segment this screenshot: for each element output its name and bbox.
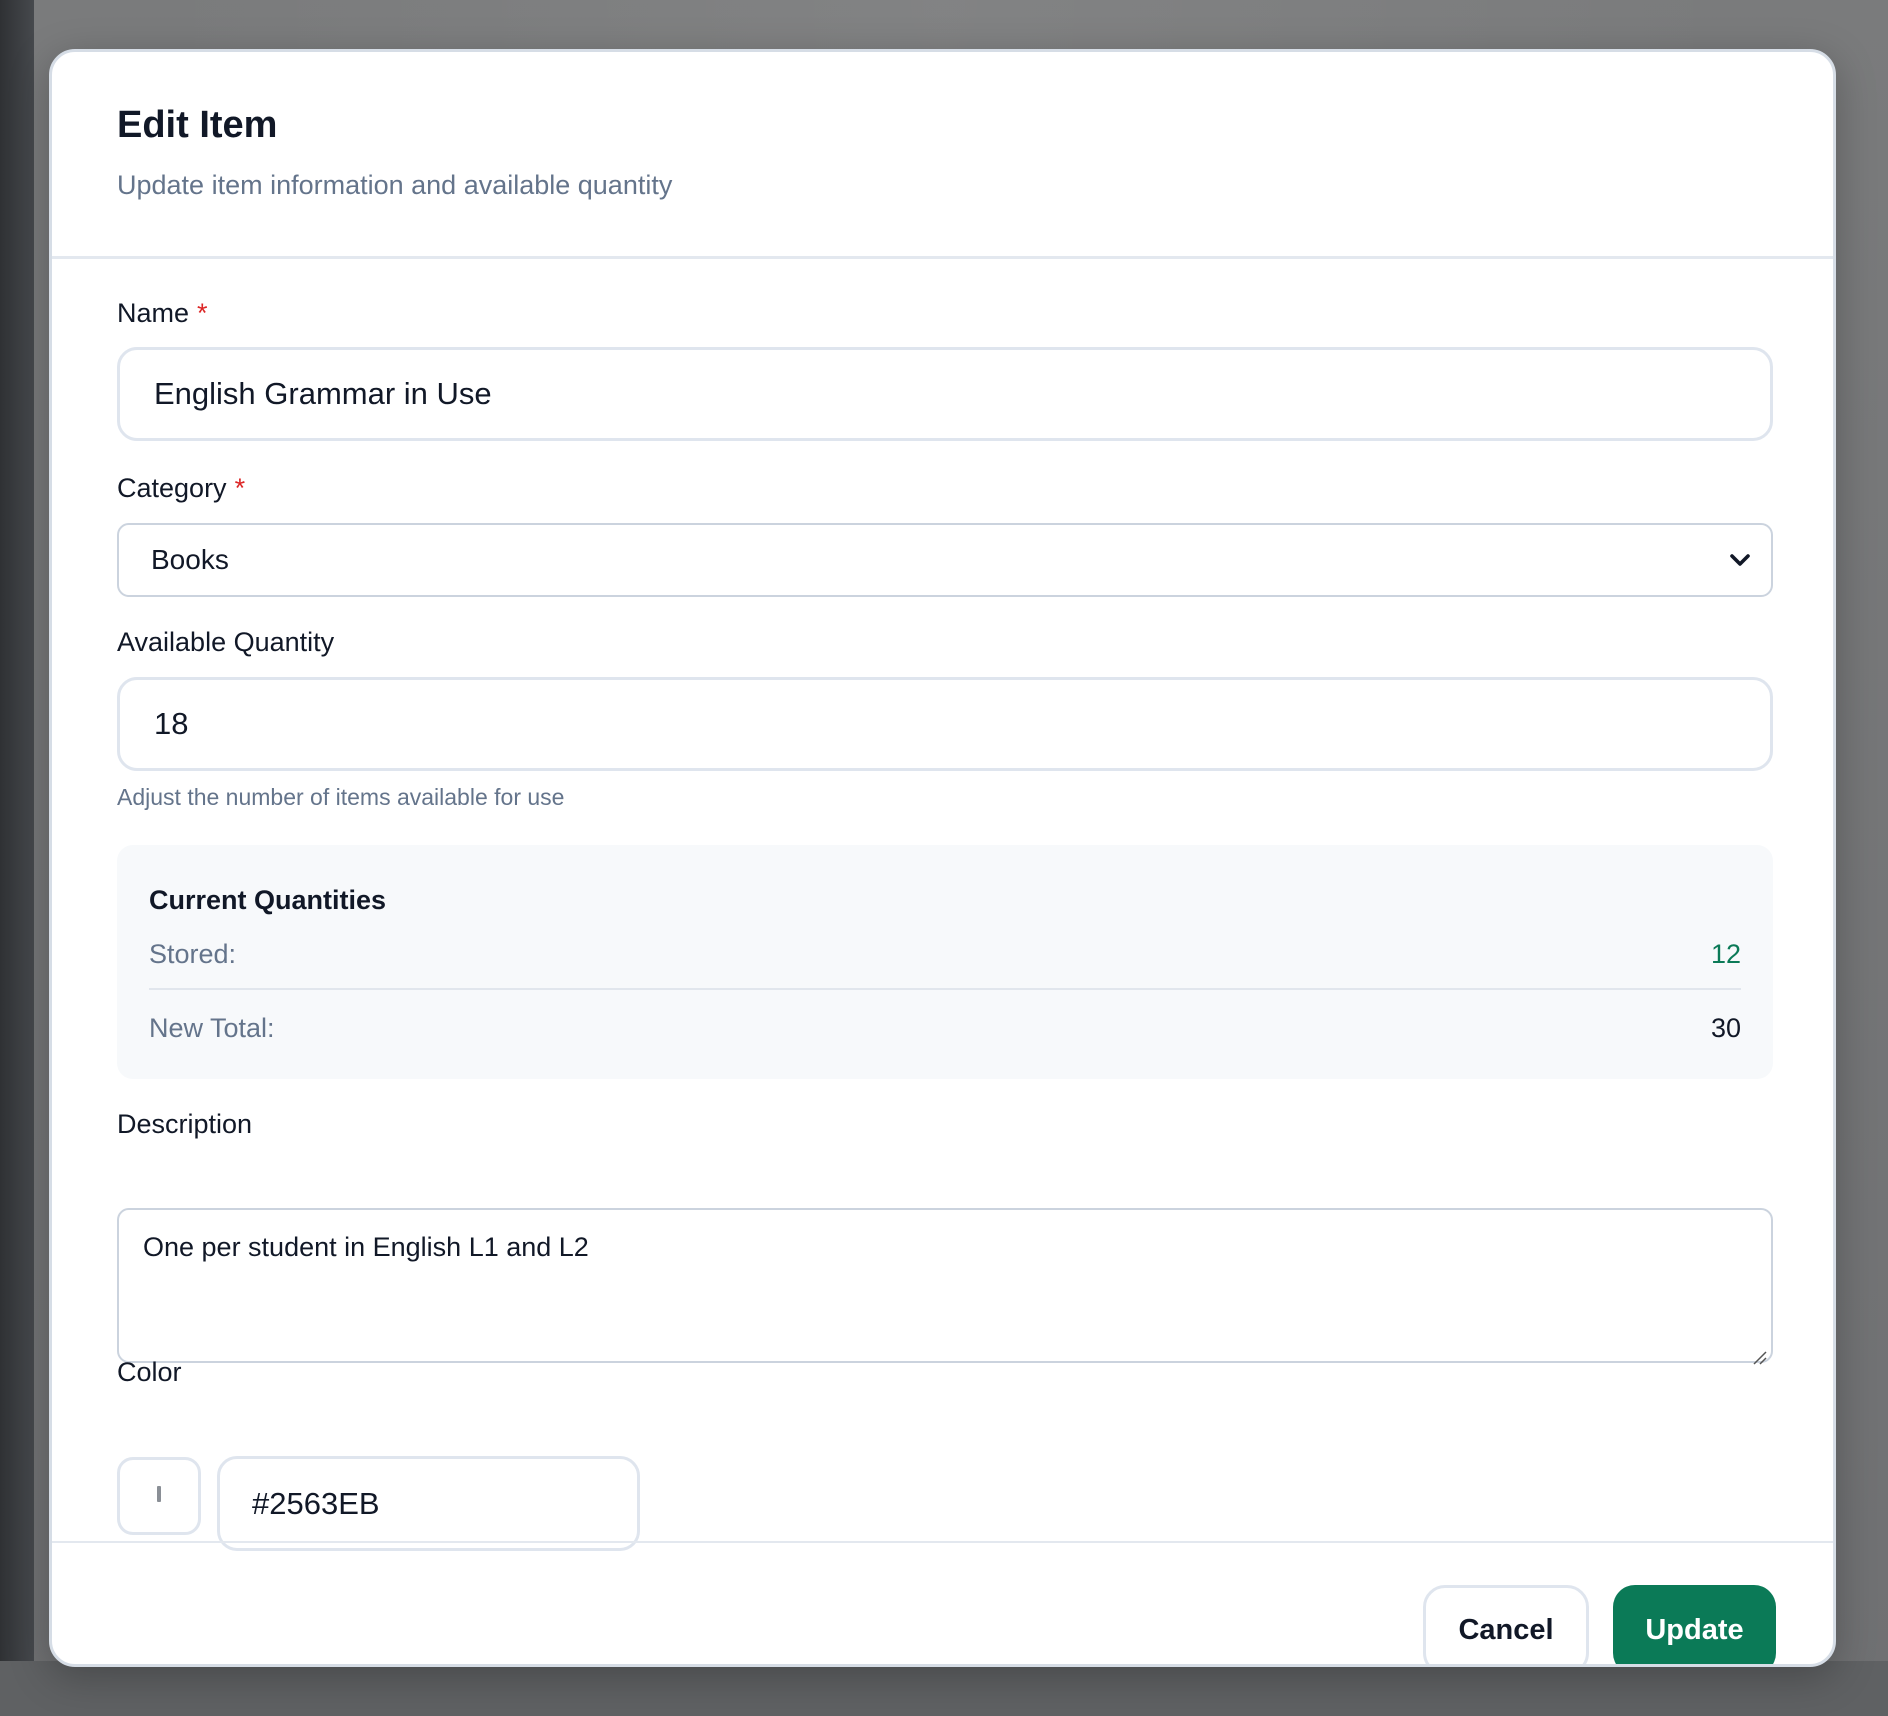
dialog-subtitle: Update item information and available qu… <box>117 170 673 200</box>
category-label-text: Category <box>117 473 227 503</box>
stored-label: Stored: <box>149 938 237 969</box>
description-value: One per student in English L1 and L2 <box>143 1232 589 1262</box>
color-hex-value: #2563EB <box>252 1485 380 1521</box>
description-label: Description <box>117 1109 253 1139</box>
required-marker: * <box>197 298 208 328</box>
name-input[interactable]: English Grammar in Use <box>117 347 1773 441</box>
backdrop-left-edge <box>0 0 34 1716</box>
color-hex-input[interactable]: #2563EB <box>217 1456 640 1551</box>
new-total-label: New Total: <box>149 1012 275 1043</box>
category-label: Category * <box>117 473 245 504</box>
available-quantity-input[interactable]: 18 <box>117 677 1773 771</box>
resize-grip-icon-svg <box>1753 1351 1767 1365</box>
name-label: Name * <box>117 298 208 329</box>
backdrop-bottom-edge <box>0 1661 1888 1716</box>
footer-divider <box>52 1541 1833 1543</box>
new-total-row: New Total: 30 <box>149 1008 1741 1048</box>
quantities-divider <box>149 988 1741 990</box>
cancel-button[interactable]: Cancel <box>1423 1585 1589 1664</box>
new-total-value: 30 <box>1710 1012 1741 1043</box>
color-swatch-indicator <box>157 1486 161 1502</box>
resize-grip-icon[interactable] <box>1751 1341 1767 1365</box>
required-marker: * <box>234 473 246 503</box>
available-quantity-value: 18 <box>154 706 189 741</box>
current-quantities-card: Current Quantities Stored: 12 New Total:… <box>117 845 1773 1079</box>
current-quantities-title: Current Quantities <box>149 885 387 915</box>
description-textarea[interactable]: One per student in English L1 and L2 <box>117 1208 1773 1365</box>
chevron-down-icon-svg <box>1730 554 1750 566</box>
update-button[interactable]: Update <box>1613 1585 1776 1664</box>
dialog-header: Edit Item Update item information and av… <box>52 52 1833 259</box>
edit-item-dialog: Edit Item Update item information and av… <box>49 49 1836 1667</box>
available-quantity-label: Available Quantity <box>117 627 335 657</box>
name-label-text: Name <box>117 298 190 328</box>
category-selected-value: Books <box>151 544 229 575</box>
stored-row: Stored: 12 <box>149 934 1741 974</box>
dialog-title: Edit Item <box>117 104 278 146</box>
color-label: Color <box>117 1357 182 1387</box>
chevron-down-icon <box>1727 547 1753 573</box>
stored-value: 12 <box>1710 938 1741 969</box>
category-select[interactable]: Books <box>117 523 1773 597</box>
color-picker-swatch[interactable] <box>117 1457 201 1535</box>
available-quantity-help: Adjust the number of items available for… <box>117 784 565 810</box>
name-input-value: English Grammar in Use <box>154 376 492 411</box>
